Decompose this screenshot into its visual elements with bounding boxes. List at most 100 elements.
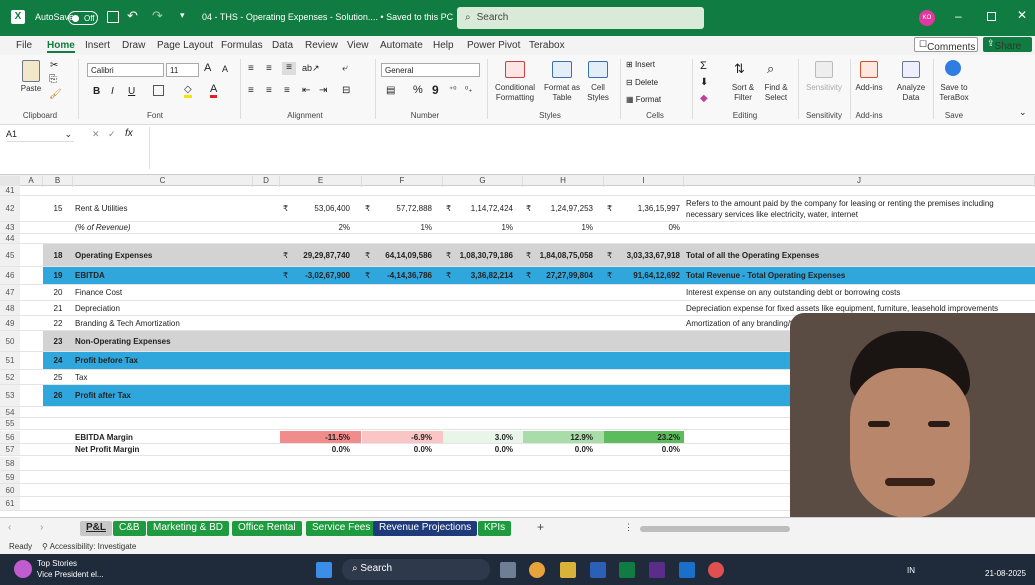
cell-g[interactable]: 1% bbox=[443, 222, 513, 234]
underline-button[interactable]: U bbox=[128, 86, 135, 97]
copy-icon[interactable]: ⎘ bbox=[49, 74, 57, 85]
comma-style-button[interactable]: 9 bbox=[432, 83, 439, 97]
cell-f[interactable]: -4,14,36,786 bbox=[362, 267, 432, 285]
row-number[interactable]: 55 bbox=[0, 418, 20, 429]
paste-button[interactable]: Paste bbox=[18, 84, 44, 94]
cell-b[interactable]: 19 bbox=[48, 267, 68, 285]
increase-decimal-icon[interactable]: ⁺⁰ bbox=[449, 85, 456, 94]
more-options-icon[interactable]: ⋮ bbox=[624, 522, 633, 533]
tab-home[interactable]: Home bbox=[47, 40, 75, 53]
row-number[interactable]: 43 bbox=[0, 222, 20, 233]
sheet-tab[interactable]: Service Fees bbox=[306, 521, 377, 536]
cell-b[interactable]: 20 bbox=[48, 285, 68, 301]
font-name-select[interactable]: Calibri bbox=[87, 63, 164, 77]
sheet-tab[interactable]: Marketing & BD bbox=[147, 521, 230, 536]
align-center-icon[interactable]: ≡ bbox=[266, 85, 272, 96]
cell-g[interactable]: 1,08,30,79,186 bbox=[443, 244, 513, 267]
row-number[interactable]: 51 bbox=[0, 352, 20, 369]
decrease-indent-icon[interactable]: ⇤ bbox=[302, 85, 310, 96]
borders-icon[interactable] bbox=[153, 85, 164, 96]
top-align-icon[interactable]: ≡ bbox=[248, 63, 254, 74]
excel-icon[interactable] bbox=[619, 562, 635, 578]
increase-indent-icon[interactable]: ⇥ bbox=[319, 85, 327, 96]
cell-i[interactable]: 0.0% bbox=[604, 444, 680, 456]
font-size-select[interactable]: 11 bbox=[166, 63, 199, 77]
cell-b[interactable]: 21 bbox=[48, 301, 68, 316]
italic-button[interactable]: I bbox=[111, 86, 114, 97]
row-number[interactable]: 45 bbox=[0, 244, 20, 266]
orientation-icon[interactable]: ab↗ bbox=[302, 63, 320, 74]
row-number[interactable]: 41 bbox=[0, 186, 20, 195]
cell-b[interactable]: 18 bbox=[48, 244, 68, 267]
undo-icon[interactable]: ↶ bbox=[127, 8, 138, 24]
bold-button[interactable]: B bbox=[93, 86, 100, 97]
tab-formulas[interactable]: Formulas bbox=[221, 40, 263, 51]
align-right-icon[interactable]: ≡ bbox=[284, 85, 290, 96]
cell-h[interactable]: 1,24,97,253 bbox=[523, 196, 593, 222]
middle-align-icon[interactable]: ≡ bbox=[266, 63, 272, 74]
save-to-terabox-button[interactable]: Save to TeraBox bbox=[936, 83, 972, 103]
cell-f[interactable]: 1% bbox=[362, 222, 432, 234]
confirm-entry-button[interactable]: ✓ bbox=[108, 129, 116, 140]
fill-color-icon[interactable]: ◇ bbox=[184, 84, 192, 98]
sort-filter-button[interactable]: Sort & Filter bbox=[725, 83, 761, 103]
cell-c[interactable]: Branding & Tech Amortization bbox=[75, 316, 245, 331]
delete-cells-button[interactable]: ⊟ Delete bbox=[626, 78, 658, 87]
customize-quick-access-icon[interactable]: ▾ bbox=[180, 10, 185, 21]
taskbar-search-input[interactable]: ⌕ Search bbox=[342, 559, 490, 580]
cell-h[interactable]: 27,27,99,804 bbox=[523, 267, 593, 285]
cell-c[interactable]: (% of Revenue) bbox=[75, 222, 245, 234]
decrease-decimal-icon[interactable]: ⁰₊ bbox=[465, 85, 472, 94]
formula-input[interactable] bbox=[149, 127, 1035, 169]
add-ins-button[interactable]: Add-ins bbox=[852, 83, 886, 93]
row-number[interactable]: 60 bbox=[0, 484, 20, 496]
cell-b[interactable]: 23 bbox=[48, 331, 68, 352]
row-number[interactable]: 58 bbox=[0, 457, 20, 470]
paste-icon[interactable] bbox=[22, 60, 40, 82]
file-explorer-icon[interactable] bbox=[560, 562, 576, 578]
redo-icon[interactable]: ↷ bbox=[152, 8, 163, 24]
cell-j[interactable]: Total Revenue - Total Operating Expenses bbox=[686, 267, 1031, 285]
tab-file[interactable]: File bbox=[16, 40, 32, 51]
cell-b[interactable]: 22 bbox=[48, 316, 68, 331]
cell-f[interactable]: 57,72,888 bbox=[362, 196, 432, 222]
cell-e[interactable]: -11.5% bbox=[280, 431, 350, 444]
cell-c[interactable]: Finance Cost bbox=[75, 285, 245, 301]
add-sheet-icon[interactable]: + bbox=[537, 520, 544, 534]
cell-c[interactable]: Tax bbox=[75, 370, 245, 385]
row-number[interactable]: 57 bbox=[0, 444, 20, 455]
cell-g[interactable]: 3.0% bbox=[443, 431, 513, 444]
align-left-icon[interactable]: ≡ bbox=[248, 85, 254, 96]
cell-g[interactable]: 1,14,72,424 bbox=[443, 196, 513, 222]
sheet-tab[interactable]: Revenue Projections bbox=[373, 521, 478, 536]
find-select-button[interactable]: Find & Select bbox=[760, 83, 792, 103]
tab-draw[interactable]: Draw bbox=[122, 40, 145, 51]
row-number[interactable]: 54 bbox=[0, 407, 20, 417]
number-format-select[interactable]: General bbox=[381, 63, 480, 77]
cell-styles-button[interactable]: Cell Styles bbox=[582, 83, 614, 103]
format-cells-button[interactable]: ▦ Format bbox=[626, 95, 661, 104]
save-icon[interactable] bbox=[107, 11, 119, 23]
cell-f[interactable]: 64,14,09,586 bbox=[362, 244, 432, 267]
cell-i[interactable]: 1,36,15,997 bbox=[604, 196, 680, 222]
shrink-font-button[interactable]: A bbox=[222, 64, 228, 74]
cell-i[interactable]: 91,64,12,692 bbox=[604, 267, 680, 285]
wrap-text-icon[interactable]: ⤶ bbox=[342, 63, 348, 74]
font-color-icon[interactable]: A bbox=[210, 83, 218, 98]
cell-g[interactable]: 3,36,82,214 bbox=[443, 267, 513, 285]
date-display[interactable]: 21-08-2025 bbox=[985, 569, 1026, 578]
language-indicator[interactable]: IN bbox=[907, 566, 915, 575]
tab-data[interactable]: Data bbox=[272, 40, 293, 51]
insert-function-button[interactable]: fx bbox=[125, 128, 133, 139]
app-icon[interactable] bbox=[708, 562, 724, 578]
fill-icon[interactable]: ⬇ bbox=[700, 77, 708, 88]
cell-e[interactable]: 29,29,87,740 bbox=[280, 244, 350, 267]
tab-view[interactable]: View bbox=[347, 40, 369, 51]
tab-insert[interactable]: Insert bbox=[85, 40, 110, 51]
cell-e[interactable]: 0.0% bbox=[280, 444, 350, 456]
row-number[interactable]: 42 bbox=[0, 196, 20, 221]
analyze-data-button[interactable]: Analyze Data bbox=[893, 83, 929, 103]
cell-i[interactable]: 0% bbox=[604, 222, 680, 234]
name-box[interactable]: A1 ⌄ bbox=[6, 129, 74, 142]
cell-b[interactable]: 24 bbox=[48, 352, 68, 370]
